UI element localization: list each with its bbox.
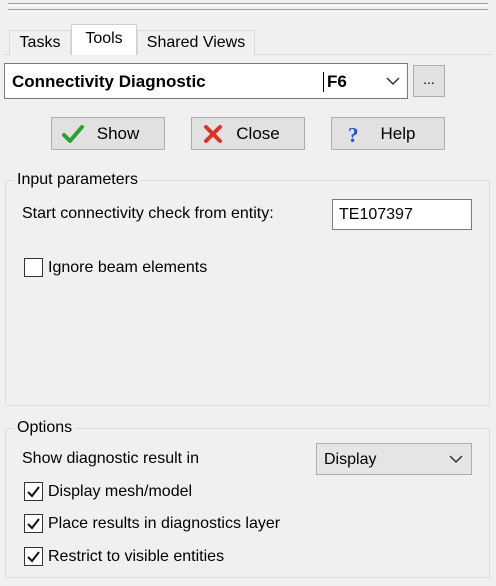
help-button-label: Help xyxy=(380,124,416,143)
input-parameters-title: Input parameters xyxy=(14,171,141,189)
show-button[interactable]: Show xyxy=(51,117,165,150)
restrict-visible-label[interactable]: Restrict to visible entities xyxy=(48,548,224,566)
options-title: Options xyxy=(14,419,76,437)
restrict-visible-checkbox[interactable] xyxy=(24,547,43,566)
close-button-label: Close xyxy=(236,124,280,143)
tool-shortcut-key: F6 xyxy=(323,72,347,92)
tool-selector-combo[interactable]: Connectivity Diagnostic F6 xyxy=(4,63,408,99)
ignore-beam-label[interactable]: Ignore beam elements xyxy=(48,259,207,277)
show-result-select[interactable]: Display xyxy=(316,443,472,475)
chevron-down-icon[interactable] xyxy=(385,74,401,88)
show-result-label: Show diagnostic result in xyxy=(22,450,199,467)
check-icon xyxy=(27,551,40,563)
tab-tasks[interactable]: Tasks xyxy=(9,30,71,55)
show-result-value: Display xyxy=(324,451,377,468)
place-results-checkbox[interactable] xyxy=(24,514,43,533)
panel-grip[interactable] xyxy=(8,3,488,6)
tool-selector-value: Connectivity Diagnostic xyxy=(12,72,206,91)
close-button[interactable]: Close xyxy=(191,117,305,150)
panel-grip-lower xyxy=(8,9,488,12)
check-icon xyxy=(27,518,40,530)
show-button-label: Show xyxy=(96,124,140,143)
ignore-beam-checkbox[interactable] xyxy=(24,258,43,277)
start-entity-label: Start connectivity check from entity: xyxy=(22,205,274,222)
tab-tools[interactable]: Tools xyxy=(71,24,137,55)
help-button[interactable]: ? Help xyxy=(331,117,445,150)
tab-shared-views[interactable]: Shared Views xyxy=(137,30,255,55)
chevron-down-icon xyxy=(449,455,463,464)
display-mesh-checkbox[interactable] xyxy=(24,482,43,501)
check-icon xyxy=(27,486,40,498)
display-mesh-label[interactable]: Display mesh/model xyxy=(48,483,192,501)
start-entity-input[interactable]: TE107397 xyxy=(332,199,472,230)
browse-button[interactable]: ... xyxy=(413,65,445,97)
place-results-label[interactable]: Place results in diagnostics layer xyxy=(48,515,280,533)
